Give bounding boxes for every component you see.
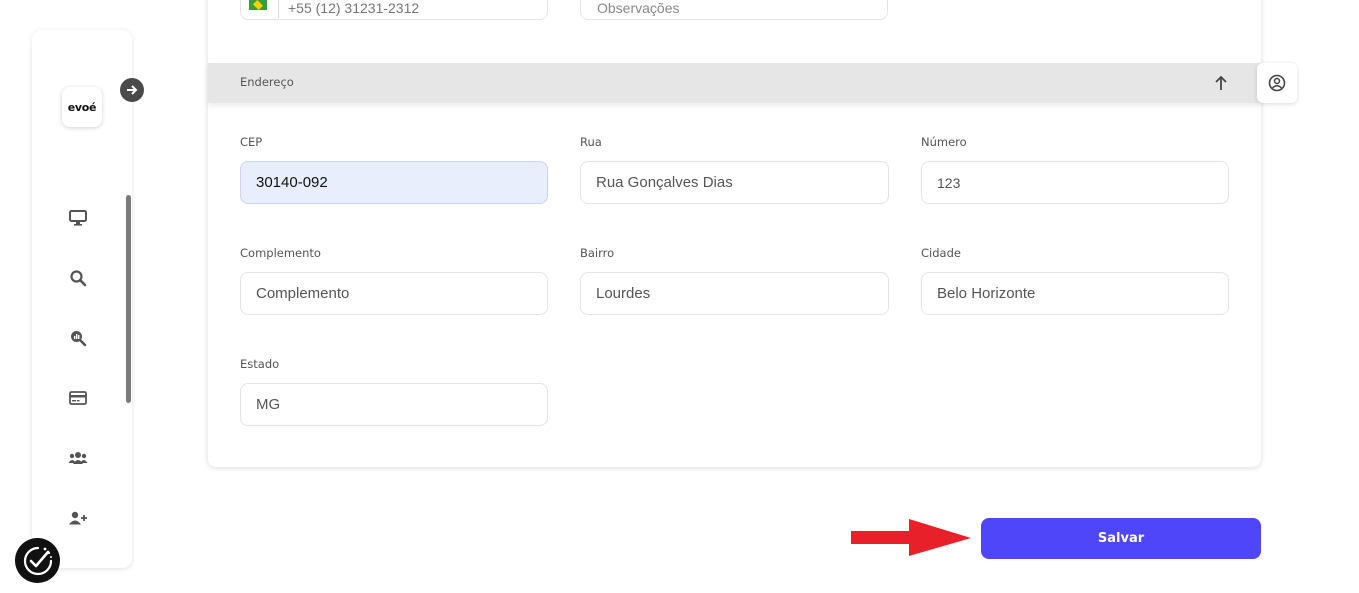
phone-value: +55 (12) 31231-2312 <box>288 0 420 16</box>
cep-label: CEP <box>240 135 263 149</box>
complemento-placeholder: Complemento <box>256 285 350 302</box>
numero-value: 123 <box>937 174 961 191</box>
expand-sidebar-button[interactable] <box>120 78 144 102</box>
complemento-field[interactable]: Complemento <box>240 272 548 315</box>
search-icon[interactable] <box>68 268 88 288</box>
phone-field[interactable]: +55 (12) 31231-2312 <box>240 0 548 20</box>
user-circle-icon <box>1268 74 1286 92</box>
section-title: Endereço <box>240 75 294 89</box>
cep-value: 30140-092 <box>256 174 328 191</box>
brazil-flag-icon[interactable] <box>249 0 267 10</box>
arrow-up-icon[interactable] <box>1211 73 1231 93</box>
save-button[interactable]: Salvar <box>981 518 1261 559</box>
users-icon[interactable] <box>68 448 88 468</box>
sidebar: evoé <box>32 30 132 568</box>
accessibility-check-icon <box>23 546 52 575</box>
cidade-field[interactable]: Belo Horizonte <box>921 272 1229 315</box>
rua-value: Rua Gonçalves Dias <box>596 174 733 191</box>
observacoes-field[interactable]: Observações <box>580 0 888 20</box>
red-arrow-icon <box>851 519 971 556</box>
rua-field[interactable]: Rua Gonçalves Dias <box>580 161 889 204</box>
cidade-value: Belo Horizonte <box>937 285 1036 302</box>
credit-card-icon[interactable] <box>68 388 88 408</box>
bairro-label: Bairro <box>580 246 615 260</box>
search-chart-icon[interactable] <box>68 328 88 348</box>
logo-text: evoé <box>67 100 97 114</box>
estado-field[interactable]: MG <box>240 383 548 426</box>
add-user-icon[interactable] <box>68 508 88 528</box>
profile-button[interactable] <box>1257 63 1297 103</box>
logo[interactable]: evoé <box>62 87 102 127</box>
bairro-value: Lourdes <box>596 285 651 302</box>
estado-value: MG <box>256 396 281 413</box>
flag-separator <box>278 0 279 18</box>
cidade-label: Cidade <box>921 246 961 260</box>
complemento-label: Complemento <box>240 246 321 260</box>
monitor-icon[interactable] <box>68 208 88 228</box>
numero-label: Número <box>921 135 967 149</box>
cep-field[interactable]: 30140-092 <box>240 161 548 204</box>
rua-label: Rua <box>580 135 602 149</box>
arrow-right-icon <box>127 85 138 95</box>
accessibility-button[interactable] <box>15 538 60 583</box>
bairro-field[interactable]: Lourdes <box>580 272 889 315</box>
numero-field[interactable]: 123 <box>921 161 1229 204</box>
estado-label: Estado <box>240 357 280 371</box>
sidebar-scrollbar[interactable] <box>126 195 131 403</box>
observacoes-placeholder: Observações <box>597 0 680 16</box>
address-section-header[interactable]: Endereço <box>208 63 1261 103</box>
